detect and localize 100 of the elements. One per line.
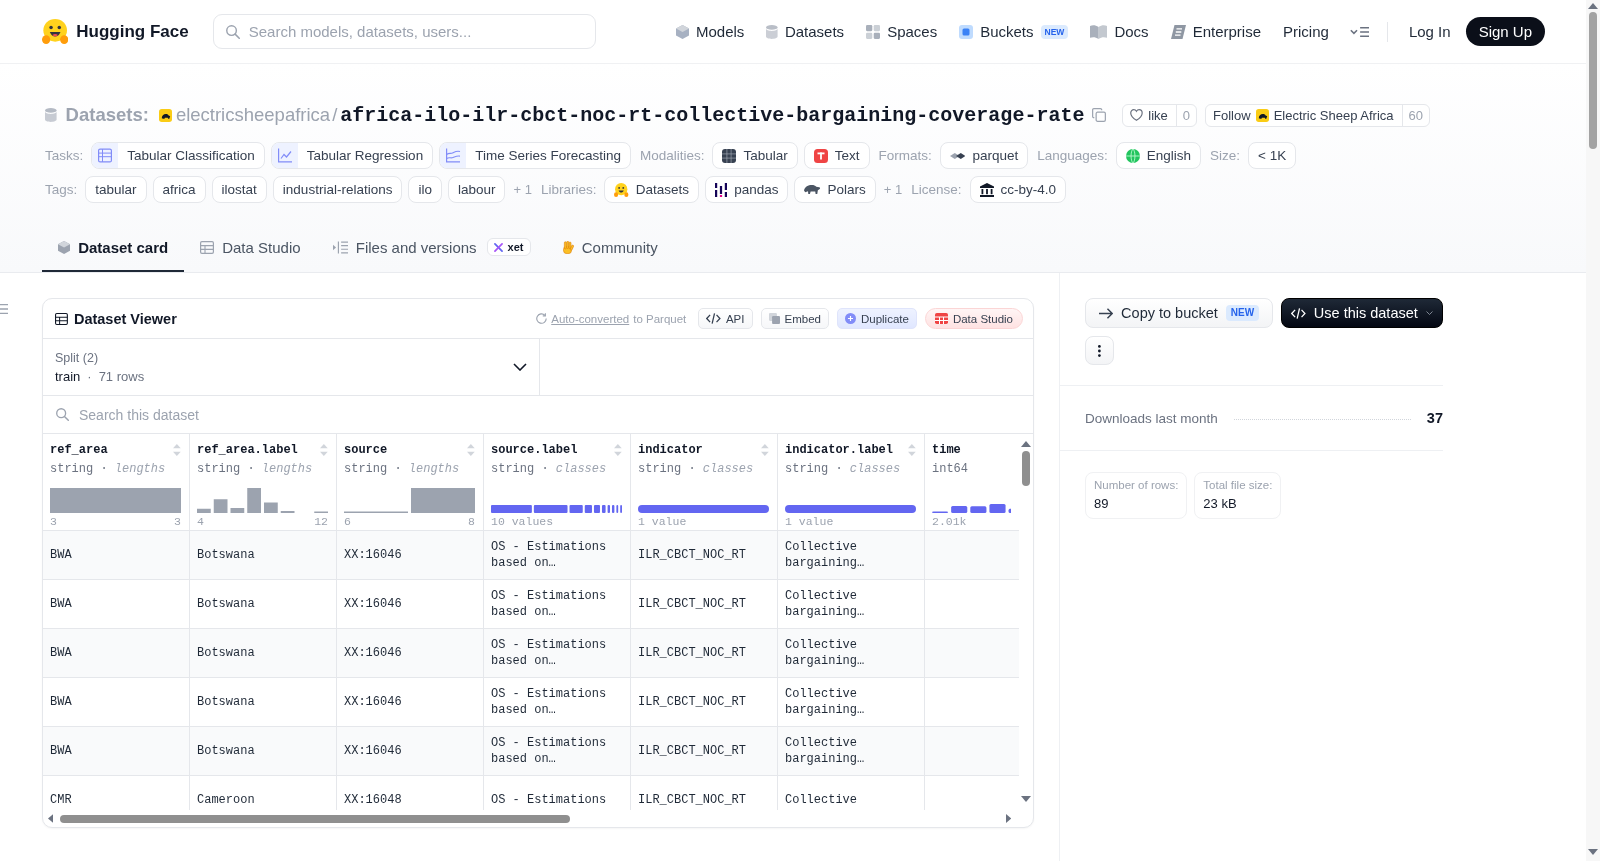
topic-tag[interactable]: labour xyxy=(447,176,506,203)
tab[interactable]: Data Studio xyxy=(184,224,317,272)
menu-icon[interactable] xyxy=(0,304,8,314)
cell-text: Cameroon xyxy=(197,792,255,808)
vertical-dots-icon xyxy=(1098,344,1101,357)
cell-text: XX:16046 xyxy=(344,694,402,710)
size-tag[interactable]: < 1K xyxy=(1248,142,1297,169)
scroll-up-icon[interactable] xyxy=(1588,3,1598,9)
cube-icon xyxy=(58,240,71,254)
nav-link[interactable]: Buckets NEW xyxy=(948,15,1080,48)
search-icon xyxy=(225,24,240,39)
downloads-label: Downloads last month xyxy=(1085,410,1218,426)
table-icon xyxy=(55,312,68,325)
topic-tag[interactable]: tabular xyxy=(85,176,147,203)
signup-button[interactable]: Sign Up xyxy=(1465,17,1545,46)
topic-tag[interactable]: africa xyxy=(152,176,206,203)
task-tag[interactable]: Tabular Classification xyxy=(91,142,265,169)
nav-link[interactable]: Models xyxy=(664,15,756,48)
nav-link[interactable]: Datasets xyxy=(755,15,856,48)
column-type: int64 xyxy=(932,462,968,476)
scroll-down-icon[interactable] xyxy=(1588,849,1598,855)
column-type: string · lengths xyxy=(50,462,166,476)
cell-text: OS - Estimations based on… xyxy=(491,539,608,571)
api-button[interactable]: API xyxy=(698,308,753,329)
cell-text: XX:16046 xyxy=(344,743,402,759)
format-tag[interactable]: parquet xyxy=(939,142,1029,169)
plus-circle-icon xyxy=(844,313,856,324)
cell-text: Collective bargaining… xyxy=(785,686,866,718)
range-label: 12 xyxy=(314,516,328,528)
split-select[interactable]: Split (2) train · 71 rows xyxy=(43,339,540,395)
dataset-name[interactable]: africa-ilo-ilr-cbct-noc-rt-collective-bargaining-coverage-rate xyxy=(340,103,1085,127)
nav-link[interactable]: Docs xyxy=(1079,15,1160,48)
scroll-left-icon[interactable] xyxy=(48,814,54,823)
table-icon xyxy=(200,240,215,254)
smiley-icon xyxy=(614,182,629,197)
meta-label: License: xyxy=(911,182,962,197)
scroll-down-icon[interactable] xyxy=(1021,796,1031,802)
topic-tag[interactable]: ilo xyxy=(408,176,442,203)
topic-tag[interactable]: ilostat xyxy=(211,176,267,203)
library-tag[interactable]: Polars xyxy=(794,176,876,203)
column-name: source.label xyxy=(491,442,578,458)
modality-tag[interactable]: Text xyxy=(803,142,870,169)
scrollbar-thumb[interactable] xyxy=(1589,12,1597,149)
task-tag[interactable]: Time Series Forecasting xyxy=(439,142,631,169)
column-type: string · lengths xyxy=(197,462,313,476)
database-icon xyxy=(766,24,778,39)
tab[interactable]: Files and versions xet xyxy=(316,224,547,272)
copy-to-bucket-button[interactable]: Copy to bucket NEW xyxy=(1085,298,1273,328)
like-button[interactable]: like 0 xyxy=(1122,103,1198,127)
database-icon xyxy=(45,108,57,122)
meta-label: Libraries: xyxy=(540,182,597,197)
page-scrollbar[interactable] xyxy=(1586,0,1600,861)
scroll-right-icon[interactable] xyxy=(1005,814,1011,823)
scrollbar-thumb[interactable] xyxy=(1022,451,1030,486)
hand-icon xyxy=(562,240,574,254)
menu-icon[interactable] xyxy=(1349,26,1369,37)
column-name: ref_area.label xyxy=(197,442,298,458)
range-label: 3 xyxy=(50,516,57,528)
nav-link[interactable]: Enterprise xyxy=(1159,15,1272,48)
meta-label: Languages: xyxy=(1037,148,1108,163)
tab[interactable]: Dataset card xyxy=(42,224,185,272)
cell-text: BWA xyxy=(50,547,72,563)
column-name: ref_area xyxy=(50,442,108,458)
smiley-logo-icon xyxy=(42,19,69,44)
duplicate-button[interactable]: Duplicate xyxy=(836,308,917,329)
library-tag[interactable]: Datasets xyxy=(604,176,700,203)
scrollbar-thumb[interactable] xyxy=(60,814,571,823)
language-tag[interactable]: English xyxy=(1115,142,1202,169)
bank-icon xyxy=(979,182,994,197)
cell-text: XX:16046 xyxy=(344,547,402,563)
value-count: 10 values xyxy=(491,516,554,528)
org-avatar-icon xyxy=(1255,108,1269,122)
nav-link[interactable]: Pricing xyxy=(1272,15,1340,48)
column-name: indicator.label xyxy=(785,442,894,458)
value-count: 1 value xyxy=(785,516,834,528)
login-link[interactable]: Log In xyxy=(1393,23,1466,40)
stat-label: Number of rows: xyxy=(1094,479,1179,491)
nav-link[interactable]: Spaces xyxy=(855,15,949,48)
copy-icon[interactable] xyxy=(1092,108,1107,122)
tab[interactable]: Community xyxy=(546,224,674,272)
data-studio-button[interactable]: Data Studio xyxy=(924,308,1023,329)
modality-tag[interactable]: Tabular xyxy=(712,142,798,169)
follow-button[interactable]: Follow Electric Sheep Africa 60 xyxy=(1205,103,1431,127)
code-icon xyxy=(1291,307,1306,319)
column-name: source xyxy=(344,442,388,458)
search-field[interactable]: Search models, datasets, users... xyxy=(212,14,596,49)
library-tag[interactable]: pandas xyxy=(705,176,789,203)
scroll-up-icon[interactable] xyxy=(1021,441,1031,447)
topic-tag[interactable]: industrial-relations xyxy=(272,176,403,203)
embed-button[interactable]: Embed xyxy=(760,308,829,329)
cell-text: Botswana xyxy=(197,547,255,563)
use-dataset-button[interactable]: Use this dataset xyxy=(1281,298,1443,328)
cell-text: OS - Estimations based on… xyxy=(491,637,608,669)
home-link[interactable]: Hugging Face xyxy=(42,19,189,44)
diamonds-icon xyxy=(949,152,966,159)
more-options-button[interactable] xyxy=(1085,336,1114,365)
task-tag[interactable]: Tabular Regression xyxy=(270,142,434,169)
new-badge: NEW xyxy=(1040,24,1069,39)
search-field[interactable]: Search this dataset xyxy=(43,396,1033,434)
license-tag[interactable]: cc-by-4.0 xyxy=(969,176,1067,203)
